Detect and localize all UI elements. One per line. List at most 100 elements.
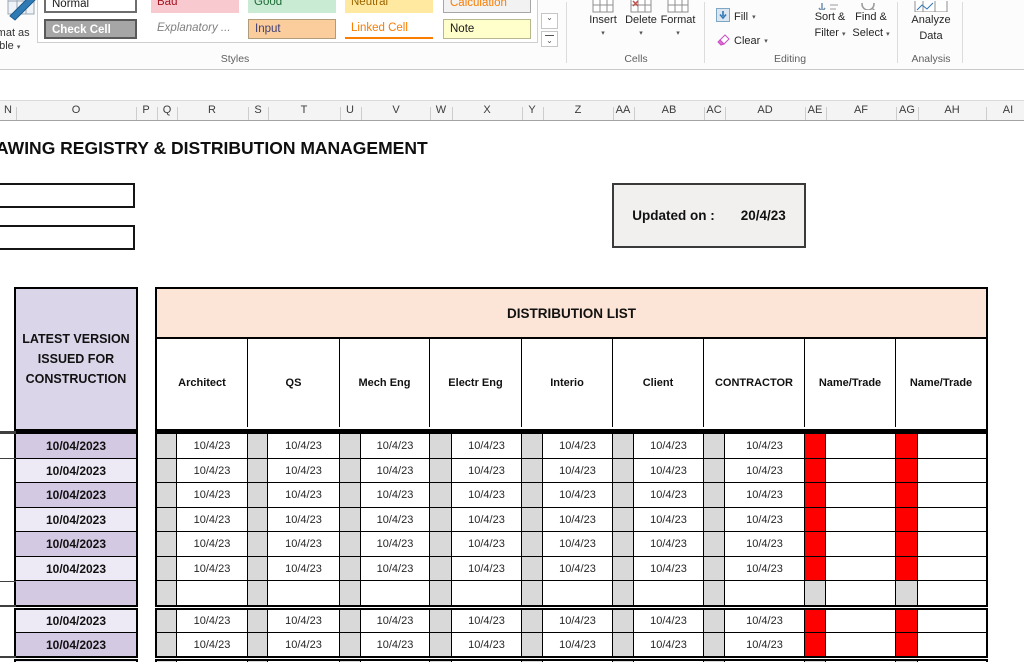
column-header-name-trade[interactable]: Name/Trade bbox=[896, 339, 986, 427]
distribution-date-cell[interactable]: 10/4/23 bbox=[543, 610, 613, 632]
distribution-date-cell[interactable]: 10/4/23 bbox=[725, 633, 805, 656]
distribution-date-cell[interactable]: 10/4/23 bbox=[177, 434, 248, 458]
column-header-AI[interactable]: AI bbox=[1003, 104, 1013, 116]
column-header-AG[interactable]: AG bbox=[899, 104, 915, 116]
name-trade-highlight-cell[interactable] bbox=[896, 610, 918, 632]
column-header-qs[interactable]: QS bbox=[248, 339, 340, 427]
spacer-cell[interactable] bbox=[430, 532, 452, 556]
name-trade-highlight-cell[interactable] bbox=[896, 508, 918, 531]
spacer-cell[interactable] bbox=[248, 633, 268, 656]
latest-version-cell[interactable]: 10/04/2023 bbox=[16, 459, 136, 483]
spacer-cell[interactable] bbox=[430, 633, 452, 656]
spacer-cell[interactable] bbox=[522, 459, 543, 482]
distribution-date-cell[interactable]: 10/4/23 bbox=[361, 434, 430, 458]
latest-version-header[interactable]: LATEST VERSION ISSUED FOR CONSTRUCTION bbox=[14, 287, 138, 431]
distribution-date-cell[interactable]: 10/4/23 bbox=[725, 610, 805, 632]
gallery-scroll-down-button[interactable]: ⌄ bbox=[541, 13, 558, 29]
distribution-date-cell[interactable]: 10/4/23 bbox=[543, 557, 613, 580]
spacer-cell[interactable] bbox=[430, 508, 452, 531]
spacer-cell[interactable] bbox=[430, 483, 452, 507]
distribution-date-cell[interactable]: 10/4/23 bbox=[543, 434, 613, 458]
distribution-date-cell[interactable]: 10/4/23 bbox=[177, 483, 248, 507]
spacer-cell[interactable] bbox=[340, 610, 361, 632]
spacer-cell[interactable] bbox=[430, 610, 452, 632]
distribution-date-cell[interactable] bbox=[543, 581, 613, 605]
distribution-date-cell[interactable]: 10/4/23 bbox=[268, 557, 340, 580]
column-header-electr-eng[interactable]: Electr Eng bbox=[430, 339, 522, 427]
spacer-cell[interactable] bbox=[157, 610, 177, 632]
style-neutral[interactable]: Neutral bbox=[345, 0, 433, 13]
style-normal[interactable]: Normal bbox=[44, 0, 137, 13]
distribution-date-cell[interactable] bbox=[918, 459, 986, 482]
spacer-cell[interactable] bbox=[340, 434, 361, 458]
distribution-date-cell[interactable] bbox=[826, 483, 896, 507]
distribution-date-cell[interactable] bbox=[725, 581, 805, 605]
spacer-cell[interactable] bbox=[340, 633, 361, 656]
distribution-date-cell[interactable]: 10/4/23 bbox=[268, 633, 340, 656]
spacer-cell[interactable] bbox=[248, 557, 268, 580]
spacer-cell[interactable] bbox=[157, 532, 177, 556]
name-trade-highlight-cell[interactable] bbox=[805, 610, 826, 632]
name-trade-highlight-cell[interactable] bbox=[896, 434, 918, 458]
updated-on-box[interactable]: Updated on : 20/4/23 bbox=[612, 183, 806, 248]
spacer-cell[interactable] bbox=[522, 581, 543, 605]
spacer-cell[interactable] bbox=[704, 483, 725, 507]
spacer-cell[interactable] bbox=[157, 508, 177, 531]
spacer-cell[interactable] bbox=[613, 557, 634, 580]
name-trade-highlight-cell[interactable] bbox=[896, 483, 918, 507]
format-button[interactable]: Format ▾ bbox=[655, 0, 701, 37]
spacer-cell[interactable] bbox=[157, 557, 177, 580]
spacer-cell[interactable] bbox=[430, 557, 452, 580]
distribution-date-cell[interactable]: 10/4/23 bbox=[634, 508, 704, 531]
spacer-cell[interactable] bbox=[157, 483, 177, 507]
column-header-AD[interactable]: AD bbox=[757, 104, 772, 116]
column-header-W[interactable]: W bbox=[436, 104, 446, 116]
distribution-date-cell[interactable] bbox=[826, 581, 896, 605]
spacer-cell[interactable] bbox=[704, 557, 725, 580]
distribution-date-cell[interactable]: 10/4/23 bbox=[725, 483, 805, 507]
distribution-date-cell[interactable]: 10/4/23 bbox=[452, 557, 522, 580]
distribution-date-cell[interactable] bbox=[918, 610, 986, 632]
spacer-cell[interactable] bbox=[248, 483, 268, 507]
distribution-date-cell[interactable] bbox=[918, 508, 986, 531]
style-calculation[interactable]: Calculation bbox=[443, 0, 531, 13]
distribution-date-cell[interactable]: 10/4/23 bbox=[177, 557, 248, 580]
spacer-cell[interactable] bbox=[522, 633, 543, 656]
distribution-date-cell[interactable]: 10/4/23 bbox=[452, 508, 522, 531]
spacer-cell[interactable] bbox=[340, 508, 361, 531]
spacer-cell[interactable] bbox=[613, 483, 634, 507]
distribution-date-cell[interactable]: 10/4/23 bbox=[634, 434, 704, 458]
gallery-more-button[interactable]: ⌄ bbox=[541, 31, 558, 47]
spacer-cell[interactable] bbox=[522, 508, 543, 531]
distribution-date-cell[interactable]: 10/4/23 bbox=[452, 434, 522, 458]
spacer-cell[interactable] bbox=[805, 581, 826, 605]
name-trade-highlight-cell[interactable] bbox=[805, 434, 826, 458]
spacer-cell[interactable] bbox=[704, 610, 725, 632]
distribution-date-cell[interactable]: 10/4/23 bbox=[452, 633, 522, 656]
distribution-date-cell[interactable] bbox=[826, 434, 896, 458]
distribution-date-cell[interactable] bbox=[361, 581, 430, 605]
spacer-cell[interactable] bbox=[704, 581, 725, 605]
distribution-date-cell[interactable]: 10/4/23 bbox=[268, 508, 340, 531]
name-trade-highlight-cell[interactable] bbox=[805, 532, 826, 556]
sort-filter-button[interactable]: Sort & Filter ▾ bbox=[814, 9, 845, 43]
spacer-cell[interactable] bbox=[704, 508, 725, 531]
style-explanatory----[interactable]: Explanatory ... bbox=[151, 19, 239, 39]
distribution-date-cell[interactable] bbox=[826, 633, 896, 656]
spacer-cell[interactable] bbox=[430, 581, 452, 605]
column-header-AA[interactable]: AA bbox=[616, 104, 631, 116]
column-header-T[interactable]: T bbox=[301, 104, 308, 116]
name-trade-highlight-cell[interactable] bbox=[805, 633, 826, 656]
distribution-date-cell[interactable]: 10/4/23 bbox=[452, 532, 522, 556]
latest-version-cell[interactable]: 10/04/2023 bbox=[16, 633, 136, 656]
style-good[interactable]: Good bbox=[248, 0, 336, 13]
distribution-date-cell[interactable]: 10/4/23 bbox=[725, 434, 805, 458]
distribution-date-cell[interactable]: 10/4/23 bbox=[634, 610, 704, 632]
spacer-cell[interactable] bbox=[613, 581, 634, 605]
spacer-cell[interactable] bbox=[248, 459, 268, 482]
spacer-cell[interactable] bbox=[248, 532, 268, 556]
spacer-cell[interactable] bbox=[522, 434, 543, 458]
spacer-cell[interactable] bbox=[248, 610, 268, 632]
latest-version-cell[interactable]: 10/04/2023 bbox=[16, 532, 136, 557]
distribution-date-cell[interactable]: 10/4/23 bbox=[725, 459, 805, 482]
